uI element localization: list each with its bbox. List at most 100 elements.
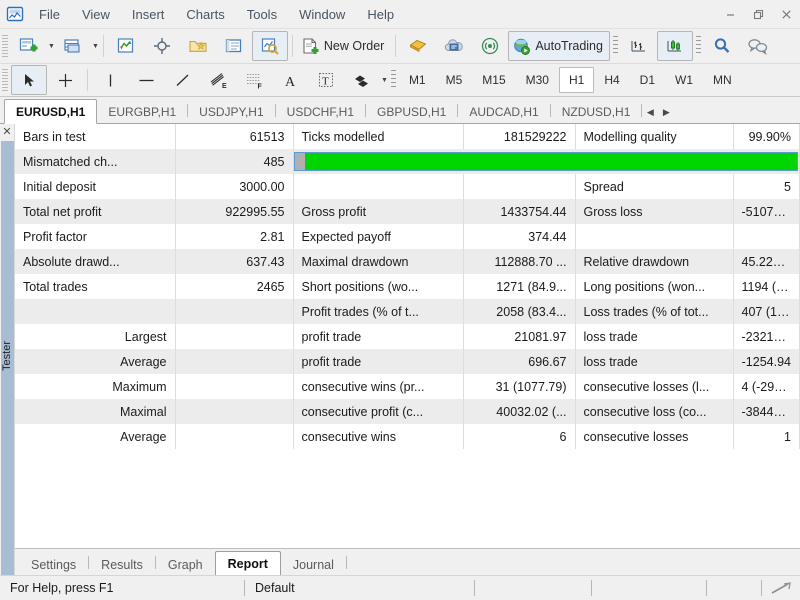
mql5-community-icon[interactable] [436,31,472,61]
tester-panel: Bars in test 61513 Ticks modelled 181529… [15,124,800,576]
report-label: Relative drawdown [575,249,734,274]
svg-text:T: T [322,76,329,88]
timeframe-m30[interactable]: M30 [516,67,559,93]
navigator-icon[interactable] [144,31,180,61]
report-label: Profit factor [15,224,176,249]
report-label: consecutive wins [293,424,464,449]
signals-icon[interactable] [472,31,508,61]
report-value: 4 (-295.10) [733,374,800,399]
tab-graph[interactable]: Graph [156,554,215,575]
timeframe-w1[interactable]: W1 [665,67,703,93]
window-controls [716,0,800,28]
menu-help[interactable]: Help [356,3,405,26]
text-label-icon[interactable]: T [308,65,344,95]
toolbar-grip[interactable] [2,35,8,57]
line-studies-grip[interactable] [2,69,8,91]
report-label [575,224,734,249]
svg-text:A: A [285,75,296,89]
crosshair-icon[interactable] [47,65,83,95]
chart-tab-gbpusd[interactable]: GBPUSD,H1 [366,101,457,123]
report-label: consecutive profit (c... [293,399,464,424]
menu-insert[interactable]: Insert [121,3,176,26]
autotrading-button[interactable]: AutoTrading [508,31,610,61]
new-chart-dropdown-icon[interactable]: ▼ [48,43,55,50]
timeframe-mn[interactable]: MN [703,67,742,93]
timeframe-grip [390,70,396,90]
menu-file[interactable]: File [28,3,71,26]
shapes-icon[interactable] [344,65,380,95]
terminal-icon[interactable] [216,31,252,61]
tester-close-icon[interactable]: ✕ [2,127,11,138]
autotrading-icon [512,37,531,56]
fibonacci-retracement-icon[interactable]: F [236,65,272,95]
report-label: Short positions (wo... [293,274,464,299]
report-value: 2465 [175,274,294,299]
timeframe-d1[interactable]: D1 [630,67,665,93]
report-value: 1 [733,424,800,449]
chart-tab-eurgbp[interactable]: EURGBP,H1 [97,101,187,123]
vertical-line-icon[interactable] [92,65,128,95]
text-icon[interactable]: A [272,65,308,95]
horizontal-line-icon[interactable] [128,65,164,95]
new-order-button[interactable]: New Order [297,31,391,61]
tester-sidebar: ✕ Tester [0,124,15,575]
bar-chart-icon[interactable] [621,31,657,61]
candlestick-chart-icon[interactable] [656,31,693,61]
report-label: Maximal drawdown [293,249,464,274]
tab-journal[interactable]: Journal [281,554,346,575]
menu-view[interactable]: View [71,3,121,26]
menu-charts[interactable]: Charts [175,3,235,26]
chart-tabs-scroll-right-icon[interactable]: ▶ [658,101,674,123]
report-label: loss trade [575,349,734,374]
equidistant-channel-icon[interactable]: E [200,65,236,95]
zoom-icon[interactable] [704,31,740,61]
timeframe-m15[interactable]: M15 [472,67,515,93]
menu-bar: File View Insert Charts Tools Window Hel… [28,0,405,28]
toolbar-separator-2 [291,35,293,57]
market-watch-icon[interactable] [108,31,144,61]
profiles-icon[interactable] [55,31,91,61]
new-chart-icon[interactable] [11,31,47,61]
table-row: Initial deposit 3000.00 Spread 5 [15,174,800,199]
report-label: consecutive losses [575,424,734,449]
status-cell-5 [707,576,761,600]
timeframe-m1[interactable]: M1 [399,67,436,93]
timeframe-m5[interactable]: M5 [436,67,473,93]
chart-tab-usdjpy[interactable]: USDJPY,H1 [188,101,274,123]
strategy-tester-icon[interactable] [251,31,288,61]
chart-tabs-scroll-left-icon[interactable]: ◀ [642,101,658,123]
chat-icon[interactable] [740,31,776,61]
cursor-icon[interactable] [11,65,47,95]
report-value [733,224,800,249]
chart-tab-eurusd[interactable]: EURUSD,H1 [4,99,98,124]
report-label: Modelling quality [575,124,734,149]
tester-bottom-tabs: Settings Results Graph Report Journal [15,548,800,576]
profiles-dropdown-icon[interactable]: ▼ [92,43,99,50]
report-value: 181529222 [463,124,576,149]
restore-button[interactable] [744,0,772,28]
report-table-container: Bars in test 61513 Ticks modelled 181529… [15,124,800,548]
chart-tab-usdchf[interactable]: USDCHF,H1 [276,101,365,123]
tab-settings[interactable]: Settings [19,554,88,575]
timeframe-h4[interactable]: H4 [594,67,629,93]
report-value: 5 [733,174,800,199]
toolbar-dotted-separator [612,36,618,56]
tab-results[interactable]: Results [89,554,155,575]
trendline-icon[interactable] [164,65,200,95]
shapes-dropdown-icon[interactable]: ▼ [381,77,388,84]
table-row: Bars in test 61513 Ticks modelled 181529… [15,124,800,149]
chart-tab-nzdusd[interactable]: NZDUSD,H1 [551,101,642,123]
menu-window[interactable]: Window [288,3,356,26]
chart-tab-audcad[interactable]: AUDCAD,H1 [458,101,549,123]
minimize-button[interactable] [716,0,744,28]
favorites-folder-icon[interactable] [180,31,216,61]
tab-report[interactable]: Report [214,551,281,576]
report-value: 696.67 [463,349,576,374]
close-button[interactable] [772,0,800,28]
expert-advisors-icon[interactable] [400,31,436,61]
report-label: Gross profit [293,199,464,224]
menu-tools[interactable]: Tools [236,3,288,26]
timeframe-h1[interactable]: H1 [558,67,595,93]
report-label [15,299,176,324]
connection-status-icon[interactable] [762,581,800,595]
